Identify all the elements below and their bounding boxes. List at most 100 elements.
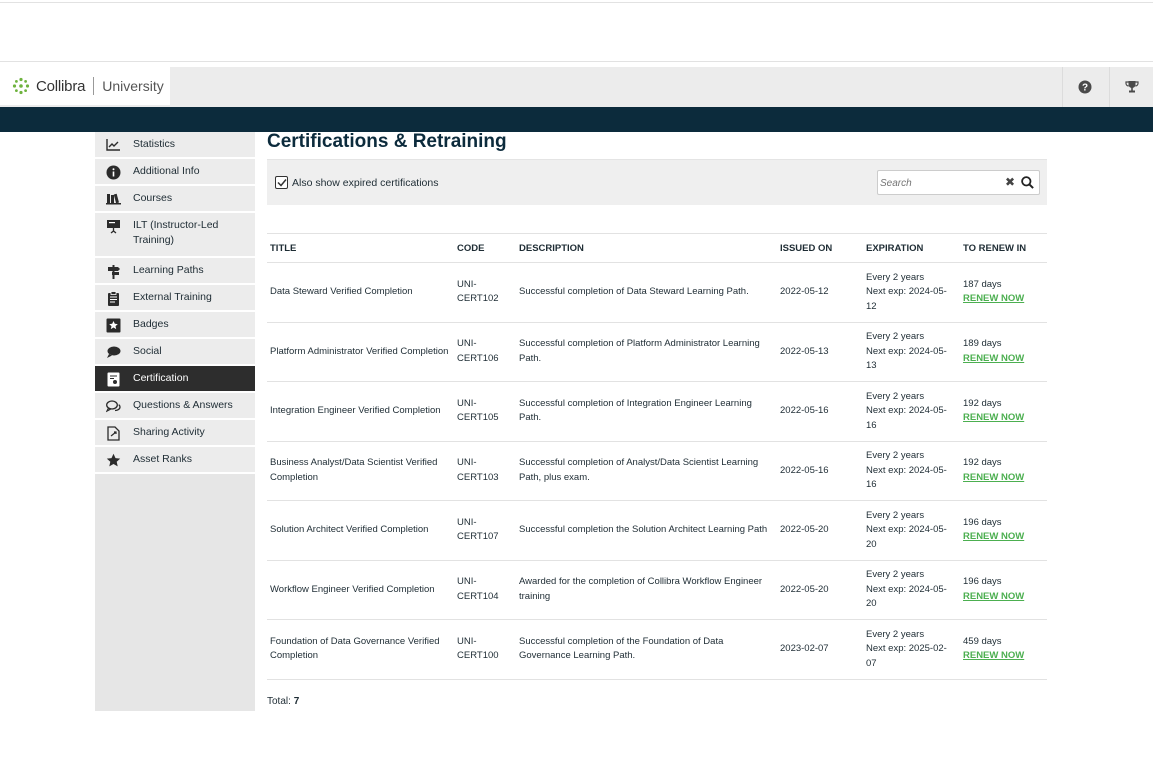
expiration-every: Every 2 years: [866, 628, 925, 640]
cert-title: Platform Administrator Verified Completi…: [267, 322, 454, 382]
cert-title: Integration Engineer Verified Completion: [267, 381, 454, 442]
cert-description: Successful completion of Platform Admini…: [516, 322, 777, 382]
renew-now-link[interactable]: RENEW NOW: [963, 292, 1044, 307]
presentation-icon: [105, 218, 121, 234]
cert-issued: 2022-05-13: [777, 322, 863, 382]
cert-expiration: Every 2 years Next exp: 2025-02-07: [863, 619, 960, 680]
expiration-next: Next exp: 2024-05-16: [866, 464, 947, 491]
clear-icon[interactable]: ✖: [1005, 175, 1015, 189]
line-chart-icon: [105, 137, 121, 153]
cert-code: UNI-CERT107: [454, 500, 516, 561]
table-row: Platform Administrator Verified Completi…: [267, 322, 1047, 382]
help-button[interactable]: ?: [1062, 67, 1106, 107]
cert-expiration: Every 2 years Next exp: 2024-05-20: [863, 500, 960, 561]
cert-issued: 2022-05-16: [777, 441, 863, 501]
cert-expiration: Every 2 years Next exp: 2024-05-13: [863, 322, 960, 382]
table-row: Business Analyst/Data Scientist Verified…: [267, 441, 1047, 501]
sidebar-item-statistics[interactable]: Statistics: [95, 132, 255, 159]
nav-band: [0, 107, 1153, 132]
achievements-button[interactable]: [1109, 67, 1153, 107]
page-title: Certifications & Retraining: [267, 131, 507, 152]
total-label: Total:: [267, 695, 291, 707]
sidebar-item-learning-paths[interactable]: Learning Paths: [95, 258, 255, 285]
search-input[interactable]: [880, 175, 1000, 191]
sidebar-item-badges[interactable]: Badges: [95, 312, 255, 339]
star-icon: [105, 452, 121, 468]
cert-code: UNI-CERT102: [454, 262, 516, 323]
renew-days: 196 days: [963, 516, 1002, 528]
column-header-title[interactable]: TITLE: [267, 234, 454, 263]
cert-issued: 2022-05-20: [777, 500, 863, 561]
sidebar-item-ilt[interactable]: ILT (Instructor-Led Training): [95, 213, 255, 258]
sidebar-item-sharing-activity[interactable]: Sharing Activity: [95, 420, 255, 447]
cert-issued: 2022-05-12: [777, 262, 863, 323]
checkbox-checked-icon[interactable]: [275, 176, 288, 189]
brand-name: Collibra: [36, 77, 86, 95]
cert-description: Successful completion of Integration Eng…: [516, 381, 777, 442]
cert-expiration: Every 2 years Next exp: 2024-05-16: [863, 441, 960, 501]
logo-divider: [93, 77, 95, 95]
renew-now-link[interactable]: RENEW NOW: [963, 590, 1044, 605]
cert-title: Data Steward Verified Completion: [267, 262, 454, 323]
table-row: Integration Engineer Verified Completion…: [267, 381, 1047, 442]
expiration-every: Every 2 years: [866, 450, 925, 461]
expiration-every: Every 2 years: [866, 509, 925, 521]
collibra-logo-icon: [12, 77, 30, 95]
cert-description: Successful completion of the Foundation …: [516, 619, 777, 680]
info-icon: [105, 164, 121, 180]
cert-expiration: Every 2 years Next exp: 2024-05-20: [863, 560, 960, 620]
sidebar-item-courses[interactable]: Courses: [95, 186, 255, 213]
app-header: Collibra University ?: [0, 67, 1153, 107]
trophy-icon: [1124, 81, 1139, 93]
sidebar-item-additional-info[interactable]: Additional Info: [95, 159, 255, 186]
expiration-next: Next exp: 2024-05-20: [866, 524, 947, 550]
column-header-code[interactable]: CODE: [454, 234, 516, 263]
cert-title: Solution Architect Verified Completion: [267, 500, 454, 561]
column-header-description[interactable]: DESCRIPTION: [516, 234, 777, 263]
sidebar-item-certification[interactable]: Certification: [95, 366, 255, 393]
sidebar-item-questions-answers[interactable]: Questions & Answers: [95, 393, 255, 420]
column-header-to-renew-in[interactable]: TO RENEW IN: [960, 234, 1047, 263]
table-row: Workflow Engineer Verified Completion UN…: [267, 560, 1047, 620]
cert-title: Foundation of Data Governance Verified C…: [267, 619, 454, 680]
sidebar-item-social[interactable]: Social: [95, 339, 255, 366]
sidebar: Statistics Additional Info Courses ILT (…: [95, 132, 255, 711]
cert-issued: 2022-05-20: [777, 560, 863, 620]
expiration-every: Every 2 years: [866, 390, 925, 402]
cert-code: UNI-CERT103: [454, 441, 516, 501]
logo[interactable]: Collibra University: [0, 67, 170, 105]
expiration-next: Next exp: 2024-05-16: [866, 405, 947, 431]
search-icon: [1021, 176, 1034, 189]
column-header-expiration[interactable]: EXPIRATION: [863, 234, 960, 263]
cert-renew: 189 days RENEW NOW: [960, 322, 1047, 382]
sidebar-item-external-training[interactable]: External Training: [95, 285, 255, 312]
renew-now-link[interactable]: RENEW NOW: [963, 649, 1044, 664]
cert-renew: 192 days RENEW NOW: [960, 441, 1047, 501]
expiration-next: Next exp: 2024-05-12: [866, 286, 947, 312]
show-expired-label: Also show expired certifications: [292, 176, 439, 189]
cert-renew: 192 days RENEW NOW: [960, 381, 1047, 442]
column-header-issued-on[interactable]: ISSUED ON: [777, 234, 863, 263]
svg-text:?: ?: [1081, 83, 1087, 94]
expiration-every: Every 2 years: [866, 331, 925, 342]
show-expired-checkbox[interactable]: Also show expired certifications: [275, 176, 438, 189]
cert-expiration: Every 2 years Next exp: 2024-05-12: [863, 262, 960, 323]
renew-now-link[interactable]: RENEW NOW: [963, 471, 1044, 486]
expiration-every: Every 2 years: [866, 569, 925, 580]
sidebar-item-asset-ranks[interactable]: Asset Ranks: [95, 447, 255, 474]
chat-bubbles-icon: [105, 344, 121, 360]
renew-days: 196 days: [963, 576, 1002, 588]
table-row: Data Steward Verified Completion UNI-CER…: [267, 262, 1047, 323]
renew-days: 192 days: [963, 397, 1002, 409]
renew-now-link[interactable]: RENEW NOW: [963, 411, 1044, 426]
renew-days: 189 days: [963, 338, 1002, 350]
renew-now-link[interactable]: RENEW NOW: [963, 352, 1044, 367]
cert-code: UNI-CERT104: [454, 560, 516, 620]
expiration-next: Next exp: 2024-05-20: [866, 583, 947, 610]
renew-now-link[interactable]: RENEW NOW: [963, 530, 1044, 545]
cert-code: UNI-CERT100: [454, 619, 516, 680]
signpost-icon: [105, 263, 121, 279]
cert-expiration: Every 2 years Next exp: 2024-05-16: [863, 381, 960, 442]
cert-code: UNI-CERT105: [454, 381, 516, 442]
search-button[interactable]: [1021, 176, 1034, 194]
